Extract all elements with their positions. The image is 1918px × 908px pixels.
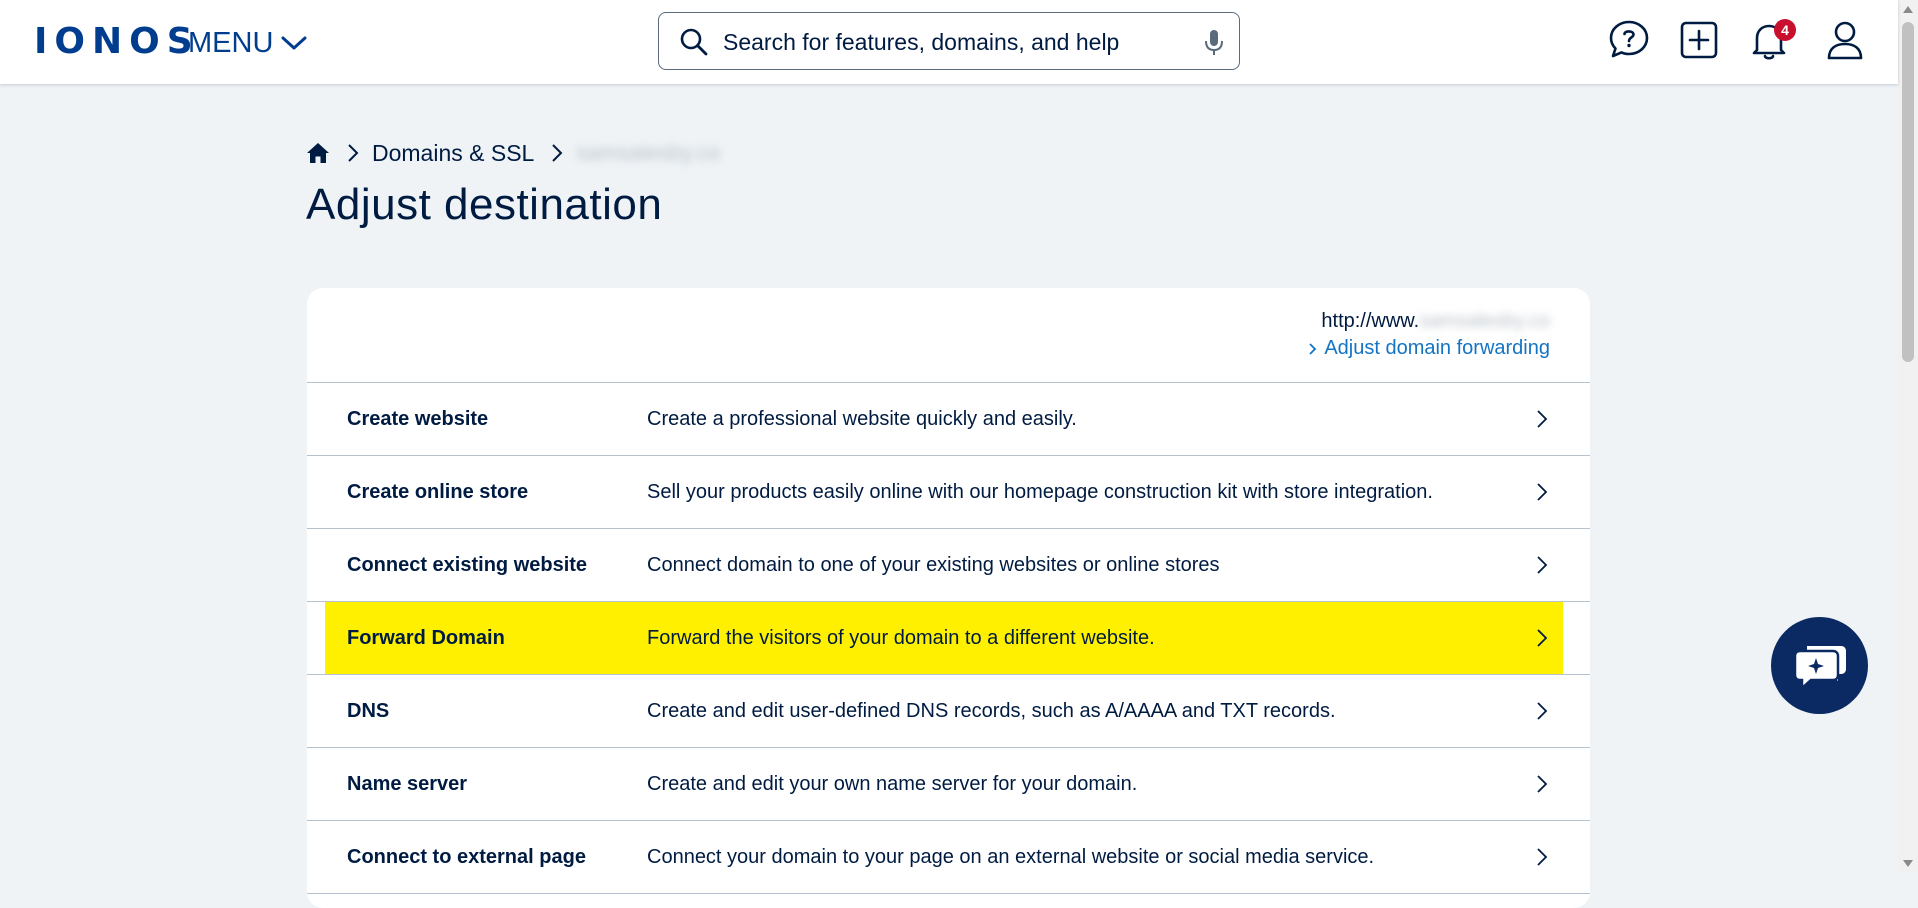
current-destination: http://www.samsalesby.co Adjust domain f… xyxy=(307,288,1590,383)
url-domain-redacted: samsalesby.co xyxy=(1419,310,1550,332)
scroll-up-arrow-icon[interactable] xyxy=(1903,6,1913,13)
chevron-down-icon xyxy=(281,36,307,50)
ionos-logo[interactable]: IONOS xyxy=(34,22,200,62)
chevron-right-icon xyxy=(1537,702,1548,720)
notification-count-badge: 4 xyxy=(1774,19,1796,41)
chevron-right-icon xyxy=(1537,410,1548,428)
menu-label: MENU xyxy=(188,26,274,59)
scroll-down-arrow-icon[interactable] xyxy=(1903,860,1913,867)
home-icon[interactable] xyxy=(306,141,330,165)
option-dns[interactable]: DNS Create and edit user-defined DNS rec… xyxy=(307,675,1590,748)
option-title: Create online store xyxy=(347,481,529,503)
search-input[interactable] xyxy=(721,23,1185,61)
help-icon[interactable] xyxy=(1607,18,1651,62)
option-description: Forward the visitors of your domain to a… xyxy=(647,627,1155,649)
option-create-online-store[interactable]: Create online store Sell your products e… xyxy=(307,456,1590,529)
chevron-right-icon xyxy=(1537,775,1548,793)
page-scrollbar[interactable] xyxy=(1898,0,1918,873)
option-title: Connect existing website xyxy=(347,554,588,576)
option-title: Create website xyxy=(347,408,489,430)
menu-button[interactable]: MENU xyxy=(188,26,307,60)
page-title: Adjust destination xyxy=(306,180,663,229)
search-icon xyxy=(680,28,708,56)
chevron-right-icon xyxy=(1537,629,1548,647)
top-navigation-bar: IONOS MENU 4 xyxy=(0,0,1898,84)
option-name-server[interactable]: Name server Create and edit your own nam… xyxy=(307,748,1590,821)
option-create-website[interactable]: Create website Create a professional web… xyxy=(307,383,1590,456)
option-description: Connect domain to one of your existing w… xyxy=(647,554,1220,576)
option-connect-existing-website[interactable]: Connect existing website Connect domain … xyxy=(307,529,1590,602)
chevron-right-icon xyxy=(1537,556,1548,574)
breadcrumb: Domains & SSL samsalesby.co xyxy=(306,138,720,168)
user-icon[interactable] xyxy=(1823,18,1867,62)
breadcrumb-domains-ssl[interactable]: Domains & SSL xyxy=(372,140,534,167)
scrollbar-thumb[interactable] xyxy=(1902,22,1914,362)
option-description: Sell your products easily online with ou… xyxy=(647,481,1433,503)
option-title: Connect to external page xyxy=(347,846,586,868)
option-forward-domain[interactable]: Forward Domain Forward the visitors of y… xyxy=(307,602,1590,675)
url-prefix: http://www. xyxy=(1321,310,1420,332)
option-description: Connect your domain to your page on an e… xyxy=(647,846,1375,868)
chat-assistant-button[interactable] xyxy=(1771,617,1868,714)
option-title: Name server xyxy=(347,773,468,795)
current-destination-url: http://www.samsalesby.co xyxy=(1321,310,1550,333)
chevron-right-icon xyxy=(348,144,359,162)
chevron-right-icon xyxy=(1537,483,1548,501)
adjust-link-label: Adjust domain forwarding xyxy=(1324,337,1550,359)
chevron-right-icon xyxy=(1537,848,1548,866)
microphone-icon[interactable] xyxy=(1203,29,1225,57)
chevron-right-icon xyxy=(1309,342,1317,355)
option-title: DNS xyxy=(347,700,390,722)
destination-options-card: http://www.samsalesby.co Adjust domain f… xyxy=(307,288,1590,908)
option-description: Create and edit user-defined DNS records… xyxy=(647,700,1336,722)
option-connect-external-page[interactable]: Connect to external page Connect your do… xyxy=(307,821,1590,894)
option-description: Create and edit your own name server for… xyxy=(647,773,1138,795)
add-icon[interactable] xyxy=(1677,18,1721,62)
chevron-right-icon xyxy=(552,144,563,162)
search-box[interactable] xyxy=(658,12,1240,70)
breadcrumb-domain-redacted[interactable]: samsalesby.co xyxy=(576,140,720,166)
option-title: Forward Domain xyxy=(347,627,505,649)
chat-assistant-icon xyxy=(1793,645,1846,691)
option-description: Create a professional website quickly an… xyxy=(647,408,1077,430)
adjust-domain-forwarding-link[interactable]: Adjust domain forwarding xyxy=(1308,337,1550,360)
